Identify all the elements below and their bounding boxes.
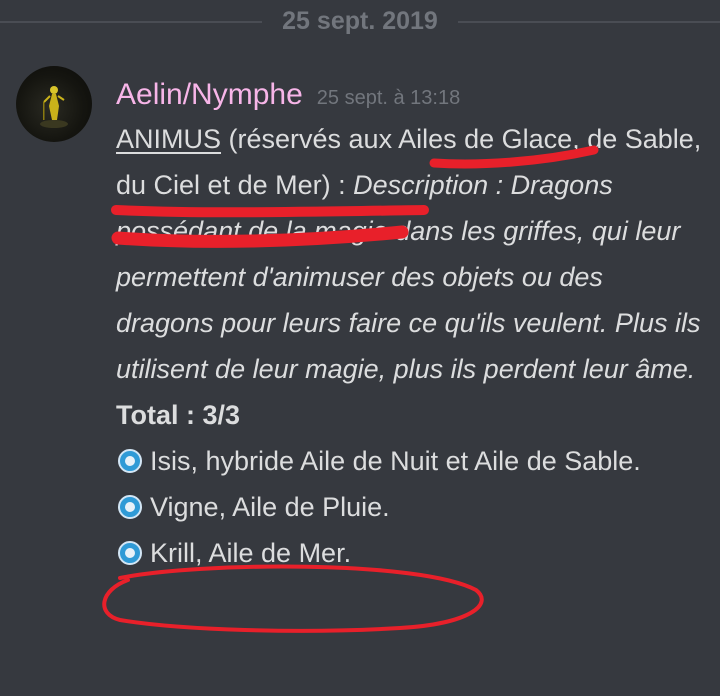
author-name[interactable]: Aelin/Nymphe	[116, 74, 303, 116]
list-item: Isis, hybride Aile de Nuit et Aile de Sa…	[116, 438, 706, 484]
intro-description: Description : Dragons possédant de la ma…	[116, 170, 701, 384]
divider-line-right	[458, 21, 720, 23]
message-timestamp[interactable]: 25 sept. à 13:18	[317, 87, 460, 110]
date-divider: 25 sept. 2019	[0, 2, 720, 42]
list-item-text: Krill, Aile de Mer.	[150, 538, 352, 568]
list-item: Vigne, Aile de Pluie.	[116, 484, 706, 530]
avatar[interactable]	[16, 66, 92, 142]
red-circle-stroke	[102, 564, 484, 633]
message-header: Aelin/Nymphe 25 sept. à 13:18	[116, 74, 706, 116]
list-item-text: Vigne, Aile de Pluie.	[150, 492, 390, 522]
chat-page: 25 sept. 2019 Aelin/Nymphe 25 sept. à 13…	[0, 0, 720, 696]
blue-circle-icon	[118, 541, 142, 565]
message-content: ANIMUS (réservés aux Ailes de Glace, de …	[116, 116, 706, 576]
blue-circle-icon	[118, 449, 142, 473]
blue-circle-icon	[118, 495, 142, 519]
total-line: Total : 3/3	[116, 400, 241, 430]
list-item: Krill, Aile de Mer.	[116, 530, 706, 576]
intro-open: (réservés aux	[221, 124, 399, 154]
avatar-figure-icon	[40, 86, 68, 128]
chat-message: Aelin/Nymphe 25 sept. à 13:18 ANIMUS (ré…	[116, 74, 706, 576]
intro-paragraph: ANIMUS (réservés aux Ailes de Glace, de …	[116, 116, 706, 392]
list-item-text: Isis, hybride Aile de Nuit et Aile de Sa…	[150, 446, 641, 476]
intro-highlight: Ailes de Glace	[398, 124, 573, 154]
divider-date: 25 sept. 2019	[282, 7, 438, 35]
animus-term: ANIMUS	[116, 124, 222, 154]
divider-line-left	[0, 21, 262, 23]
